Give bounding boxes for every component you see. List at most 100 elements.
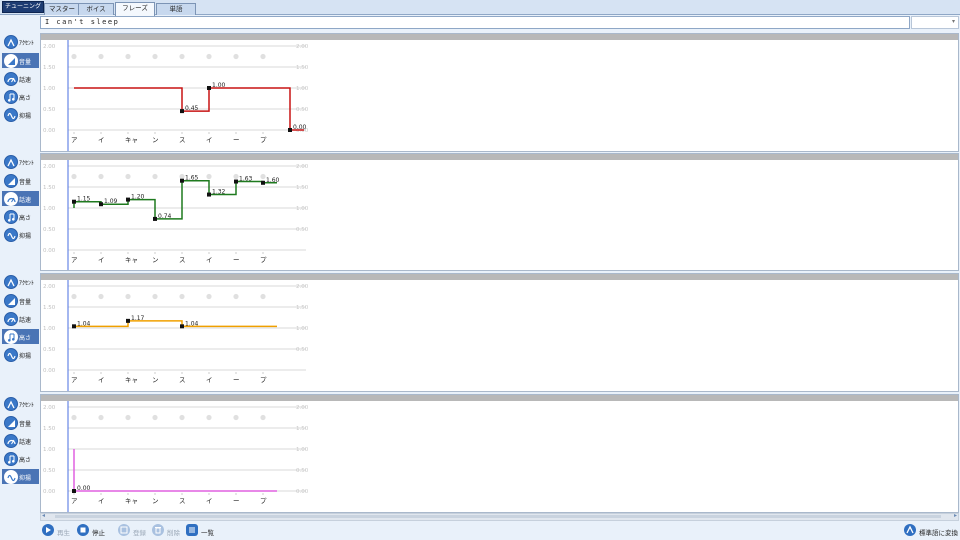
sidebar-item-label: 抑揚 xyxy=(19,353,32,360)
mora-marker xyxy=(71,53,77,60)
sidebar-item-label: ｱｸｾﾝﾄ xyxy=(19,160,35,167)
mora-label: ス xyxy=(179,256,186,264)
volume-graph[interactable]: 2.00 1.50 1.00 0.50 0.00 2.00 1.50 1.00 0.50 0.00… xyxy=(41,40,958,151)
mora-marker xyxy=(179,414,185,421)
mora-label: キャ xyxy=(125,376,138,384)
sidebar-item-label: 話速 xyxy=(19,439,32,446)
sidebar-item-intonation[interactable]: 抑揚 xyxy=(2,347,39,362)
sidebar-item-pitch[interactable]: 高さ xyxy=(2,89,39,104)
play-icon xyxy=(42,524,54,536)
volume-icon xyxy=(4,416,18,430)
tab-phrase[interactable]: フレーズ xyxy=(115,2,155,16)
scroll-left-icon[interactable]: ◂ xyxy=(42,512,45,519)
y-tick-label-left: 0.50 xyxy=(43,347,56,353)
pitch-series-line xyxy=(74,320,277,328)
sidebar-item-pitch[interactable]: 高さ xyxy=(2,451,39,466)
mora-marker xyxy=(98,53,104,60)
sidebar-item-volume[interactable]: 音量 xyxy=(2,415,39,430)
sidebar-item-pitch[interactable]: 高さ xyxy=(2,329,39,344)
sidebar-item-label: 話速 xyxy=(19,77,32,84)
sidebar-item-speed[interactable]: 話速 xyxy=(2,71,39,86)
sidebar-item-label: 話速 xyxy=(19,197,32,204)
mora-marker xyxy=(98,293,104,300)
sidebar-item-label: ｱｸｾﾝﾄ xyxy=(19,40,35,47)
phrase-dropdown[interactable]: ▾ xyxy=(911,16,959,29)
sidebar-item-volume[interactable]: 音量 xyxy=(2,53,39,68)
data-point xyxy=(72,199,76,204)
sidebar-item-accent[interactable]: ｱｸｾﾝﾄ xyxy=(2,274,39,289)
y-tick-label: 2.00 xyxy=(296,164,309,170)
sidebar-item-accent[interactable]: ｱｸｾﾝﾄ xyxy=(2,396,39,411)
sidebar-item-volume[interactable]: 音量 xyxy=(2,293,39,308)
intonation-icon xyxy=(4,470,18,484)
scroll-right-icon[interactable]: ▸ xyxy=(954,512,957,519)
intonation-graph[interactable]: 2.00 1.50 1.00 0.50 0.00 2.00 1.50 1.00 0.50 0.00… xyxy=(41,401,958,512)
tab-master[interactable]: マスター xyxy=(44,3,80,15)
sidebar-item-label: ｱｸｾﾝﾄ xyxy=(19,280,35,287)
y-tick-label-left: 1.00 xyxy=(43,447,56,453)
speed-graph[interactable]: 2.00 1.50 1.00 0.50 0.00 2.00 1.50 1.00 0.50 1.15… xyxy=(41,160,958,270)
y-tick-label-left: 1.00 xyxy=(43,86,56,92)
sidebar-item-speed[interactable]: 話速 xyxy=(2,191,39,206)
data-label: 1.63 xyxy=(239,176,253,183)
y-tick-label: 1.50 xyxy=(296,305,309,311)
pitch-icon xyxy=(4,210,18,224)
y-tick-label-left: 0.00 xyxy=(43,368,56,374)
y-tick-label: 2.00 xyxy=(296,44,309,50)
y-tick-label-left: 2.00 xyxy=(43,44,56,50)
trash-icon xyxy=(152,524,164,536)
tab-voice[interactable]: ボイス xyxy=(78,3,114,15)
mora-label: プ xyxy=(260,256,267,264)
sidebar-item-speed[interactable]: 話速 xyxy=(2,311,39,326)
y-tick-label: 0.00 xyxy=(296,489,309,495)
sidebar-item-label: 抑揚 xyxy=(19,113,32,120)
sidebar-item-intonation[interactable]: 抑揚 xyxy=(2,107,39,122)
sidebar-item-accent[interactable]: ｱｸｾﾝﾄ xyxy=(2,154,39,169)
data-point xyxy=(126,197,130,202)
speed-icon xyxy=(4,312,18,326)
y-tick-label: 1.00 xyxy=(296,326,309,332)
accent-icon xyxy=(904,524,916,536)
sidebar-item-label: 抑揚 xyxy=(19,233,32,240)
data-label: 1.60 xyxy=(266,177,280,184)
sidebar-item-intonation[interactable]: 抑揚 xyxy=(2,469,39,484)
y-tick-label: 1.50 xyxy=(296,65,309,71)
volume-icon xyxy=(4,54,18,68)
mora-label: プ xyxy=(260,136,267,144)
panel-volume: 2.00 1.50 1.00 0.50 0.00 2.00 1.50 1.00 0.50 0.00… xyxy=(40,33,959,152)
sidebar-item-accent[interactable]: ｱｸｾﾝﾄ xyxy=(2,34,39,49)
sidebar-item-label: 話速 xyxy=(19,317,32,324)
mora-label: プ xyxy=(260,497,267,505)
sidebar-item-intonation[interactable]: 抑揚 xyxy=(2,227,39,242)
data-point xyxy=(207,192,211,197)
pitch-graph[interactable]: 2.00 1.50 1.00 0.50 0.00 2.00 1.50 1.00 0.50 1.04… xyxy=(41,280,958,391)
mora-label: ア xyxy=(71,136,78,144)
mora-label: プ xyxy=(260,376,267,384)
list-icon xyxy=(186,524,198,536)
list-label: 一覧 xyxy=(201,529,214,537)
data-point xyxy=(180,178,184,183)
y-tick-label: 1.50 xyxy=(296,426,309,432)
sidebar-item-volume[interactable]: 音量 xyxy=(2,173,39,188)
data-label: 0.74 xyxy=(158,213,172,220)
pitch-icon xyxy=(4,90,18,104)
data-label: 0.00 xyxy=(77,485,91,492)
mora-marker xyxy=(152,414,158,421)
sidebar-item-speed[interactable]: 話速 xyxy=(2,433,39,448)
phrase-text-field[interactable]: I can't sleep xyxy=(40,16,910,29)
mora-marker xyxy=(71,293,77,300)
panel-intonation: 2.00 1.50 1.00 0.50 0.00 2.00 1.50 1.00 0.50 0.00… xyxy=(40,394,959,513)
tab-word[interactable]: 単語 xyxy=(156,3,196,15)
mora-label: イ xyxy=(206,136,213,144)
scroll-thumb[interactable] xyxy=(55,515,941,518)
mora-marker xyxy=(179,293,185,300)
data-point xyxy=(180,109,184,114)
mora-label: ー xyxy=(233,497,240,505)
sidebar-item-pitch[interactable]: 高さ xyxy=(2,209,39,224)
data-label: 1.32 xyxy=(212,189,226,196)
y-tick-label-left: 1.50 xyxy=(43,65,56,71)
horizontal-scrollbar[interactable]: ◂ ▸ xyxy=(40,512,959,521)
y-tick-label: 2.00 xyxy=(296,405,309,411)
y-tick-label: 2.00 xyxy=(296,284,309,290)
y-tick-label: 0.50 xyxy=(296,347,309,353)
